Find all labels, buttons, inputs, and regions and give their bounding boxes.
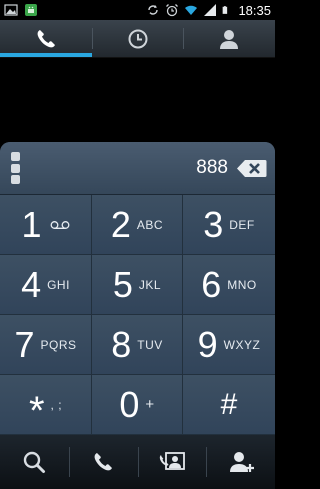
call-icon (94, 453, 113, 471)
key-6[interactable]: 6 MNO (183, 255, 275, 315)
backspace-button[interactable] (236, 159, 267, 178)
alarm-icon (166, 4, 179, 17)
key-letters: DEF (229, 217, 255, 232)
add-contact-icon (229, 452, 254, 472)
key-9[interactable]: 9 WXYZ (183, 315, 275, 375)
key-letters: JKL (138, 277, 162, 292)
phone-icon (37, 29, 55, 47)
video-call-icon (159, 452, 185, 470)
key-0[interactable]: 0 + (92, 375, 183, 435)
key-digit: 3 (203, 203, 224, 245)
search-icon (24, 451, 46, 473)
action-bar (0, 435, 275, 489)
recent-calls-icon (128, 29, 147, 48)
keypad: 1 2 ABC 3 DEF 4 GHI 5 JKL 6 MNO 7 PQRS 8… (0, 195, 275, 435)
key-3[interactable]: 3 DEF (183, 195, 275, 255)
key-digit: 4 (21, 263, 42, 305)
key-letters: + (145, 396, 155, 413)
key-letters: , ; (50, 397, 63, 412)
overflow-menu-icon[interactable] (8, 152, 22, 184)
key-letters: GHI (47, 277, 70, 292)
key-digit: 6 (201, 263, 222, 305)
tab-contacts[interactable] (183, 20, 275, 57)
key-1[interactable]: 1 (0, 195, 92, 255)
key-5[interactable]: 5 JKL (92, 255, 183, 315)
status-time: 18:35 (238, 2, 271, 18)
key-hash[interactable]: # (183, 375, 275, 435)
backspace-icon (237, 159, 267, 177)
key-digit: * (28, 388, 45, 433)
key-4[interactable]: 4 GHI (0, 255, 92, 315)
tab-phone[interactable] (0, 20, 92, 57)
call-button[interactable] (68, 435, 138, 489)
key-letters: WXYZ (223, 337, 261, 352)
key-digit: # (220, 387, 238, 421)
key-8[interactable]: 8 TUV (92, 315, 183, 375)
entered-number[interactable]: 888 (196, 157, 228, 179)
digits-display: 888 (0, 142, 275, 195)
tab-recent-calls[interactable] (91, 20, 184, 57)
key-2[interactable]: 2 ABC (92, 195, 183, 255)
call-log-area (0, 58, 275, 142)
wifi-icon (185, 5, 198, 15)
key-letters: TUV (137, 337, 163, 352)
key-letters: PQRS (40, 337, 77, 352)
status-bar: 18:35 (0, 0, 275, 20)
signal-icon (204, 4, 217, 16)
key-digit: 5 (112, 263, 133, 305)
key-digit: 8 (111, 323, 132, 365)
dialer-panel: 888 1 2 ABC 3 DEF 4 GHI 5 JKL 6 MNO 7 PQ… (0, 142, 275, 435)
search-button[interactable] (0, 435, 69, 489)
key-letters: MNO (227, 277, 257, 292)
key-star[interactable]: * , ; (0, 375, 92, 435)
key-digit: 9 (197, 323, 218, 365)
key-letters: ABC (136, 217, 164, 232)
contacts-icon (220, 29, 239, 49)
voicemail-icon (50, 220, 69, 229)
key-7[interactable]: 7 PQRS (0, 315, 92, 375)
key-digit: 7 (14, 323, 35, 365)
key-digit: 0 (119, 383, 140, 425)
key-digit: 1 (21, 203, 42, 245)
android-notification-icon (25, 4, 37, 16)
key-digit: 2 (110, 203, 131, 245)
sync-icon (148, 5, 159, 15)
add-contact-button[interactable] (206, 435, 275, 489)
image-notification-icon (4, 4, 18, 16)
battery-icon (223, 6, 228, 14)
video-call-button[interactable] (137, 435, 207, 489)
tab-bar (0, 20, 275, 58)
